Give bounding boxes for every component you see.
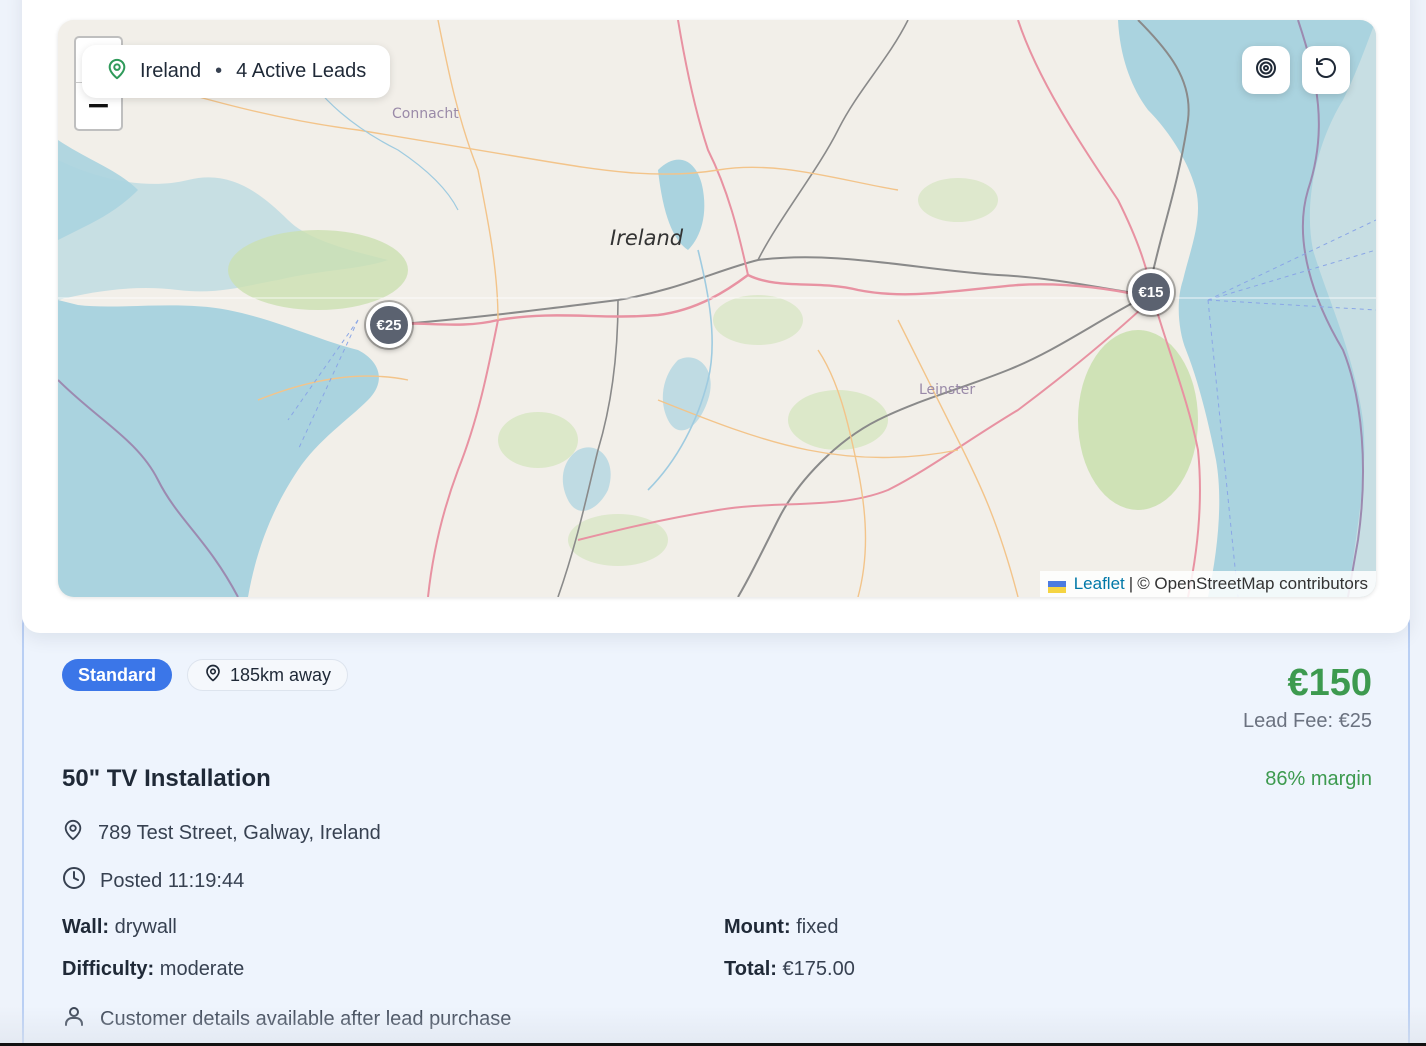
- mount-value: fixed: [796, 916, 839, 938]
- distance-text: 185km away: [230, 664, 332, 685]
- ukraine-flag-icon: [1047, 578, 1066, 593]
- attribution-separator: |: [1128, 574, 1134, 593]
- difficulty-value: moderate: [159, 958, 245, 980]
- map-pin-icon: [62, 818, 84, 848]
- lead-price: €150: [1287, 662, 1372, 704]
- difficulty-spec: Difficulty: moderate: [62, 958, 244, 981]
- lead-card[interactable]: Standard 185km away €150 Lead Fee: €25 5…: [22, 608, 1410, 1046]
- country-label: Ireland: [610, 226, 684, 250]
- customer-note: Customer details available after lead pu…: [100, 1007, 512, 1030]
- active-leads-count: 4 Active Leads: [236, 60, 367, 82]
- reset-view-button[interactable]: [1302, 46, 1350, 94]
- osm-attribution[interactable]: © OpenStreetMap contributors: [1137, 574, 1368, 594]
- total-value: €175.00: [782, 958, 855, 980]
- separator: •: [215, 60, 223, 82]
- lead-title: 50" TV Installation: [62, 765, 271, 792]
- difficulty-label: Difficulty:: [62, 958, 155, 980]
- target-icon: [1254, 56, 1278, 85]
- map-card: + − Ireland • 4 Active Leads: [22, 0, 1410, 633]
- wall-spec: Wall: drywall: [62, 916, 177, 939]
- map-attribution: Leaflet | © OpenStreetMap contributors: [1039, 571, 1376, 597]
- region-label-leinster: Leinster: [919, 382, 976, 398]
- clock-icon: [62, 866, 86, 896]
- map-tiles: [58, 20, 1376, 597]
- posted-text: Posted 11:19:44: [100, 869, 245, 892]
- address-text: 789 Test Street, Galway, Ireland: [98, 821, 381, 844]
- distance-badge: 185km away: [187, 659, 349, 691]
- tier-badge: Standard: [62, 659, 173, 691]
- wall-value: drywall: [114, 916, 177, 938]
- location-name: Ireland: [140, 60, 202, 82]
- wall-label: Wall:: [62, 916, 110, 938]
- total-label: Total:: [724, 958, 777, 980]
- address-row: 789 Test Street, Galway, Ireland: [62, 818, 381, 848]
- map-view[interactable]: + − Ireland • 4 Active Leads: [58, 20, 1376, 597]
- locate-button[interactable]: [1242, 46, 1290, 94]
- customer-row: Customer details available after lead pu…: [62, 1004, 511, 1034]
- mount-label: Mount:: [724, 916, 791, 938]
- mount-spec: Mount: fixed: [724, 916, 838, 939]
- region-label-connacht: Connacht: [392, 106, 459, 122]
- posted-row: Posted 11:19:44: [62, 866, 244, 896]
- leaflet-link[interactable]: Leaflet: [1074, 574, 1125, 594]
- lead-marker[interactable]: €25: [366, 302, 412, 348]
- map-pin-icon: [106, 57, 128, 87]
- refresh-icon: [1314, 56, 1338, 85]
- margin-text: 86% margin: [1265, 768, 1372, 790]
- map-pin-icon: [204, 663, 222, 688]
- lead-fee: Lead Fee: €25: [1243, 710, 1372, 732]
- location-summary: Ireland • 4 Active Leads: [82, 45, 391, 98]
- total-spec: Total: €175.00: [724, 958, 855, 981]
- lead-marker[interactable]: €15: [1128, 269, 1174, 315]
- user-icon: [62, 1004, 86, 1034]
